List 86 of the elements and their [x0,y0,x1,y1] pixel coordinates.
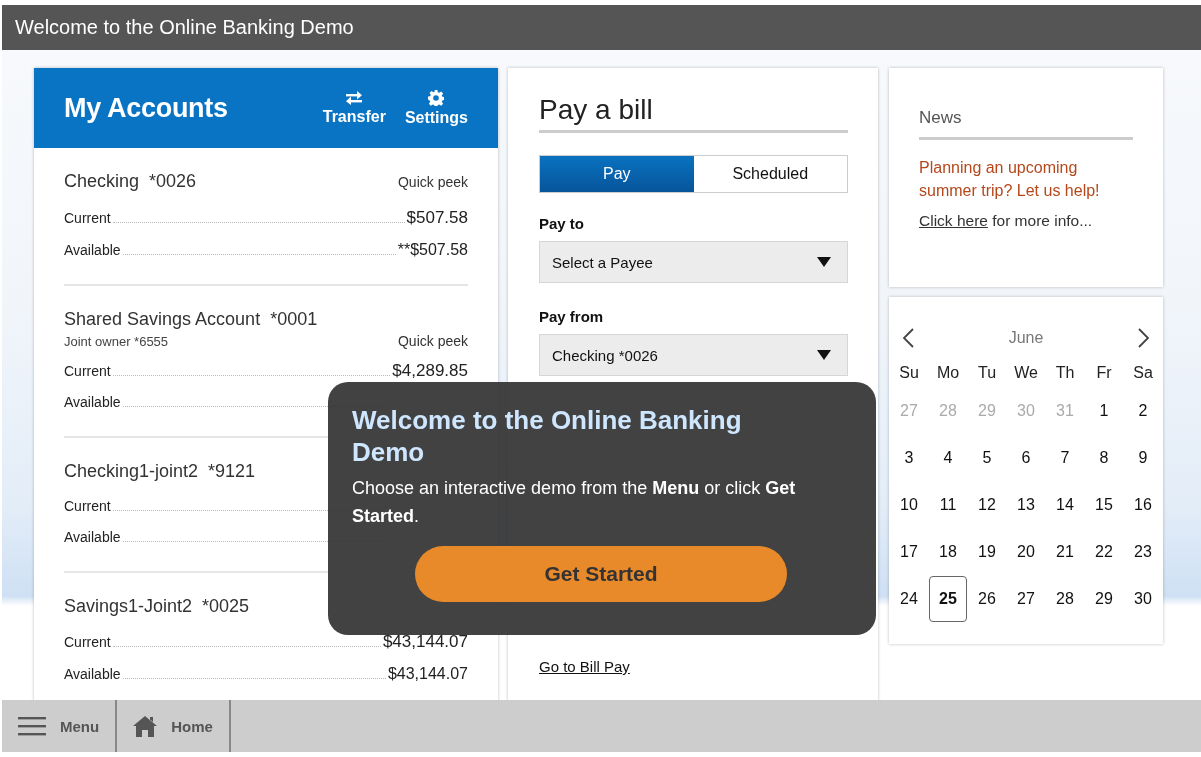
account-name[interactable]: Checking *0026 [64,170,197,192]
weekday-label: Fr [1095,363,1113,383]
month-label: June [1008,329,1044,347]
bill-pay-link[interactable]: Go to Bill Pay [539,658,630,675]
calendar-day[interactable]: 20 [1007,528,1045,575]
field-label: Pay to [539,215,585,232]
account-dropdown[interactable]: Checking *0026 [539,334,848,376]
balance-amount: $43,144.07 [382,631,468,652]
more-info-text: Click here for more info... [919,212,1094,230]
account-name[interactable]: Checking1-joint2 *9121 [64,460,256,482]
quick-peek-link[interactable]: Quick peek [397,330,468,352]
calendar-day[interactable]: 6 [1007,434,1045,481]
next-month-button[interactable] [1136,328,1152,348]
balance-label: Current [64,362,111,381]
weekday-label: Th [1054,363,1076,383]
calendar-day[interactable]: 30 [1124,575,1162,622]
joint-owner-text: Joint owner *6555 [64,334,169,349]
dropdown-caret-icon [817,257,831,267]
weekday-label: We [1013,363,1039,383]
calendar-day[interactable]: 7 [1046,434,1084,481]
settings-icon [428,89,445,106]
weekday-label: Su [898,363,920,383]
balance-label: Available [64,528,121,547]
balance-amount: $507.58 [406,207,468,228]
quick-peek-link[interactable]: Quick peek [397,171,468,193]
calendar-day[interactable]: 18 [929,528,967,575]
calendar-day[interactable]: 25 [929,575,967,622]
calendar-day[interactable]: 16 [1124,481,1162,528]
get-started-button[interactable]: Get Started [415,546,787,602]
weekday-label: Sa [1132,363,1154,383]
calendar-day[interactable]: 19 [968,528,1006,575]
balance-label: Available [64,665,121,684]
field-label: Pay from [539,308,605,325]
home-button[interactable]: Home [117,700,231,752]
calendar-day[interactable]: 15 [1085,481,1123,528]
calendar-day[interactable]: 4 [929,434,967,481]
weekday-label: Tu [976,363,998,383]
calendar-day[interactable]: 17 [890,528,928,575]
calendar-day[interactable]: 14 [1046,481,1084,528]
account-name[interactable]: Shared Savings Account *0001 [64,308,318,330]
bill-pay-tab[interactable]: Pay [540,156,694,192]
calendar-day[interactable]: 22 [1085,528,1123,575]
menu-button[interactable]: Menu [2,700,118,752]
balance-label: Available [64,241,121,260]
balance-label: Current [64,209,111,228]
balance-amount: $43,144.07 [387,664,468,684]
calendar-day[interactable]: 29 [1085,575,1123,622]
home-icon [133,715,158,737]
calendar-day[interactable]: 2 [1124,387,1162,434]
calendar-day[interactable]: 13 [1007,481,1045,528]
calendar-day[interactable]: 9 [1124,434,1162,481]
calendar-day[interactable]: 5 [968,434,1006,481]
balance-label: Current [64,633,111,652]
calendar-day[interactable]: 21 [1046,528,1084,575]
news-headline: Planning an upcoming summer trip? Let us help! [919,158,1101,201]
calendar-day[interactable]: 3 [890,434,928,481]
balance-label: Available [64,393,121,412]
window-title: Welcome to the Online Banking Demo [15,16,354,39]
account-name[interactable]: Savings1-Joint2 *0025 [64,595,250,617]
calendar-day[interactable]: 12 [968,481,1006,528]
payee-dropdown[interactable]: Select a Payee [539,241,848,283]
news-title: News [919,108,1133,140]
calendar-day[interactable]: 24 [890,575,928,622]
dialog-title: Welcome to the Online Banking Demo [352,404,743,468]
balance-label: Current [64,497,111,516]
previous-month-button[interactable] [900,328,916,348]
dropdown-caret-icon [817,350,831,360]
menu-icon [18,716,46,736]
bill-pay-title: Pay a bill [539,94,848,133]
calendar-day[interactable]: 28 [1046,575,1084,622]
calendar-day[interactable]: 23 [1124,528,1162,575]
dialog-message: Choose an interactive demo from the Menu or click Get Started. [352,477,797,528]
weekday-label: Mo [935,363,961,383]
calendar-day[interactable]: 8 [1085,434,1123,481]
balance-amount: **$507.58 [397,240,468,260]
calendar-day[interactable]: 1 [1085,387,1123,434]
transfer-arrows-icon [345,90,364,105]
settings-button[interactable]: Settings [404,89,468,127]
calendar-day[interactable]: 11 [929,481,967,528]
click-here-link[interactable]: Click here [919,212,988,229]
transfer-button[interactable]: Transfer [322,90,386,126]
calendar-day[interactable]: 26 [968,575,1006,622]
calendar-day[interactable]: 27 [1007,575,1045,622]
accounts-title: My Accounts [64,92,229,124]
calendar-day[interactable]: 10 [890,481,928,528]
balance-amount: $4,289.85 [392,360,468,381]
